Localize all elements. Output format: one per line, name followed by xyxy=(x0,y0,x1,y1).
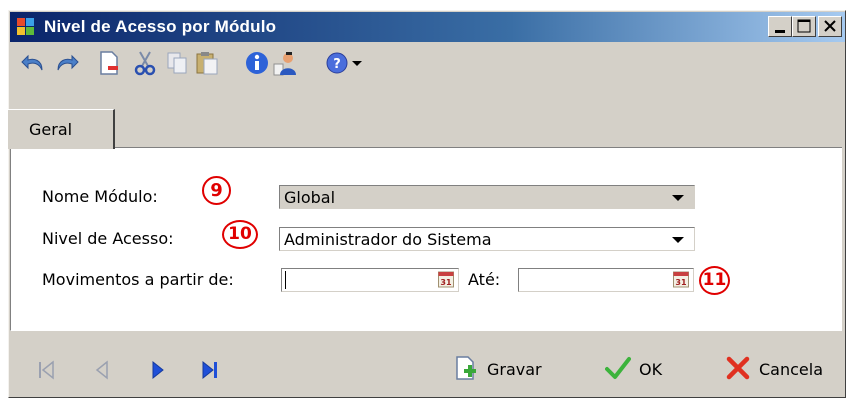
callout-badge-11: 11 xyxy=(699,266,730,295)
chevron-down-icon[interactable] xyxy=(672,195,684,201)
cancel-x-icon xyxy=(726,356,750,380)
redo-icon xyxy=(57,54,79,71)
new-button[interactable] xyxy=(96,50,122,76)
paste-icon xyxy=(196,52,218,75)
chevron-down-icon[interactable] xyxy=(672,237,684,243)
nivel-acesso-select[interactable]: Administrador do Sistema xyxy=(279,227,695,251)
nome-modulo-select[interactable]: Global xyxy=(279,185,695,209)
dropdown-arrow-icon xyxy=(352,61,362,66)
toolbar: ? xyxy=(10,42,845,82)
movimentos-label: Movimentos a partir de: xyxy=(42,270,234,289)
undo-icon xyxy=(21,54,43,71)
form-panel: Nome Módulo: 9 Global Nivel de Acesso: 1… xyxy=(10,147,842,331)
bottom-bar: Gravar OK Cancela xyxy=(9,343,844,397)
cut-icon xyxy=(134,51,156,76)
tab-geral[interactable]: Geral xyxy=(7,109,115,149)
last-record-icon[interactable] xyxy=(199,359,221,381)
calendar-icon[interactable]: 31 xyxy=(438,271,454,288)
minimize-icon xyxy=(775,30,785,33)
svg-text:31: 31 xyxy=(440,278,452,287)
help-icon: ? xyxy=(326,52,348,74)
movimentos-from-date[interactable]: 31 xyxy=(281,268,459,292)
cancela-label: Cancela xyxy=(759,360,824,379)
title-bar[interactable]: Nivel de Acesso por Módulo xyxy=(10,12,845,42)
info-icon xyxy=(246,52,268,74)
check-icon xyxy=(605,357,631,379)
svg-text:31: 31 xyxy=(675,278,687,287)
copy-button[interactable] xyxy=(164,50,190,76)
ok-button[interactable]: OK xyxy=(605,355,675,383)
help-button[interactable]: ? xyxy=(324,50,350,76)
first-record-icon[interactable] xyxy=(35,359,57,381)
ok-label: OK xyxy=(639,360,663,379)
copy-icon xyxy=(167,52,187,74)
maximize-icon xyxy=(797,19,811,33)
callout-badge-9: 9 xyxy=(202,176,231,205)
gravar-button[interactable]: Gravar xyxy=(453,355,563,383)
ate-label: Até: xyxy=(468,270,501,289)
window-title: Nivel de Acesso por Módulo xyxy=(44,17,277,36)
text-caret xyxy=(285,271,286,289)
cancela-button[interactable]: Cancela xyxy=(725,355,837,383)
nivel-acesso-value: Administrador do Sistema xyxy=(284,230,492,249)
new-doc-icon xyxy=(100,51,118,75)
redo-button[interactable] xyxy=(54,50,80,76)
info-button[interactable] xyxy=(244,50,270,76)
undo-button[interactable] xyxy=(20,50,46,76)
save-icon xyxy=(456,356,476,380)
previous-record-icon[interactable] xyxy=(91,359,113,381)
maximize-button[interactable] xyxy=(792,16,816,37)
movimentos-to-date[interactable]: 31 xyxy=(518,268,694,292)
app-icon xyxy=(17,18,34,35)
nivel-acesso-label: Nivel de Acesso: xyxy=(42,229,174,248)
tab-strip xyxy=(13,84,840,144)
close-icon xyxy=(824,20,836,32)
user-button[interactable] xyxy=(272,50,298,76)
help-dropdown[interactable] xyxy=(350,50,364,76)
svg-text:?: ? xyxy=(333,57,341,72)
paste-button[interactable] xyxy=(194,50,220,76)
nome-modulo-label: Nome Módulo: xyxy=(42,187,158,206)
minimize-button[interactable] xyxy=(768,16,792,37)
user-icon xyxy=(273,52,296,76)
calendar-icon[interactable]: 31 xyxy=(673,271,689,288)
next-record-icon[interactable] xyxy=(147,359,169,381)
callout-badge-10: 10 xyxy=(222,220,258,249)
gravar-label: Gravar xyxy=(487,360,542,379)
close-button[interactable] xyxy=(818,16,842,37)
tab-geral-label: Geral xyxy=(29,120,73,139)
nome-modulo-value: Global xyxy=(284,188,336,207)
cut-button[interactable] xyxy=(132,50,158,76)
